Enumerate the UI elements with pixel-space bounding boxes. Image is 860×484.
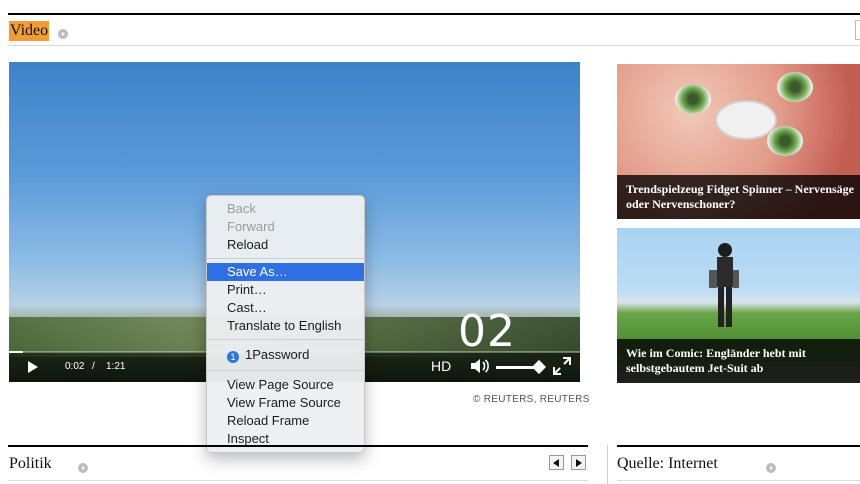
spinner-lobe xyxy=(767,126,803,156)
article-card[interactable]: Wie im Comic: Engländer hebt mit selbstg… xyxy=(617,228,860,383)
menu-item-view-frame-source[interactable]: View Frame Source xyxy=(207,394,364,412)
column-divider xyxy=(607,445,608,484)
1password-icon: 1 xyxy=(227,351,239,363)
section-rule xyxy=(617,445,860,447)
progress-fill xyxy=(9,351,23,353)
article-card[interactable]: Trendspielzeug Fidget Spinner – Nervensä… xyxy=(617,64,860,219)
top-rule xyxy=(8,13,860,15)
time-current: 0:02 xyxy=(65,361,85,372)
video-credit: © REUTERS, REUTERS xyxy=(473,394,590,405)
section-rule xyxy=(8,445,588,447)
carousel-next-button[interactable] xyxy=(571,455,586,470)
header-divider xyxy=(8,45,860,46)
fullscreen-icon[interactable] xyxy=(553,357,571,375)
arrow-circle-icon[interactable] xyxy=(78,463,88,473)
spinner-hub xyxy=(717,102,775,138)
menu-item-print[interactable]: Print… xyxy=(207,281,364,299)
hd-button[interactable]: HD xyxy=(431,358,451,374)
section-underline xyxy=(617,480,860,481)
section-title-quelle[interactable]: Quelle: Internet xyxy=(617,455,718,473)
menu-item-1password[interactable]: 1 1Password xyxy=(207,346,364,364)
carousel-prev-button[interactable] xyxy=(549,455,564,470)
time-separator: / xyxy=(92,361,95,372)
volume-icon[interactable] xyxy=(470,358,490,374)
section-title[interactable]: Video xyxy=(9,21,50,41)
context-menu: Back Forward Reload Save As… Print… Cast… xyxy=(206,195,365,453)
menu-item-back: Back xyxy=(227,201,256,216)
menu-item-view-page-source[interactable]: View Page Source xyxy=(207,376,364,394)
menu-separator xyxy=(207,339,364,340)
menu-item-reload[interactable]: Reload xyxy=(207,236,364,254)
menu-item-translate[interactable]: Translate to English xyxy=(207,317,364,335)
menu-item-label: 1Password xyxy=(245,347,310,362)
section-title-politik[interactable]: Politik xyxy=(9,455,52,473)
video-overlay-counter: 02 xyxy=(458,306,516,357)
menu-separator xyxy=(207,370,364,371)
arrow-circle-icon[interactable] xyxy=(766,463,776,473)
arrow-circle-icon[interactable] xyxy=(58,29,68,39)
time-duration: 1:21 xyxy=(106,361,126,372)
play-icon[interactable] xyxy=(28,361,38,373)
corner-button[interactable] xyxy=(855,20,860,40)
card-caption-overlay: Trendspielzeug Fidget Spinner – Nervensä… xyxy=(617,175,860,219)
menu-item-forward: Forward xyxy=(227,219,275,234)
spinner-lobe xyxy=(675,84,711,114)
card-title[interactable]: Trendspielzeug Fidget Spinner – Nervensä… xyxy=(626,182,860,212)
jet-suit-figure xyxy=(709,243,739,327)
menu-item-reload-frame[interactable]: Reload Frame xyxy=(207,412,364,430)
spinner-lobe xyxy=(777,72,813,102)
menu-item-cast[interactable]: Cast… xyxy=(207,299,364,317)
menu-separator xyxy=(207,258,364,259)
card-caption-overlay: Wie im Comic: Engländer hebt mit selbstg… xyxy=(617,339,860,383)
menu-item-save-as[interactable]: Save As… xyxy=(207,263,364,281)
section-underline xyxy=(8,480,588,481)
card-title[interactable]: Wie im Comic: Engländer hebt mit selbstg… xyxy=(626,346,860,376)
